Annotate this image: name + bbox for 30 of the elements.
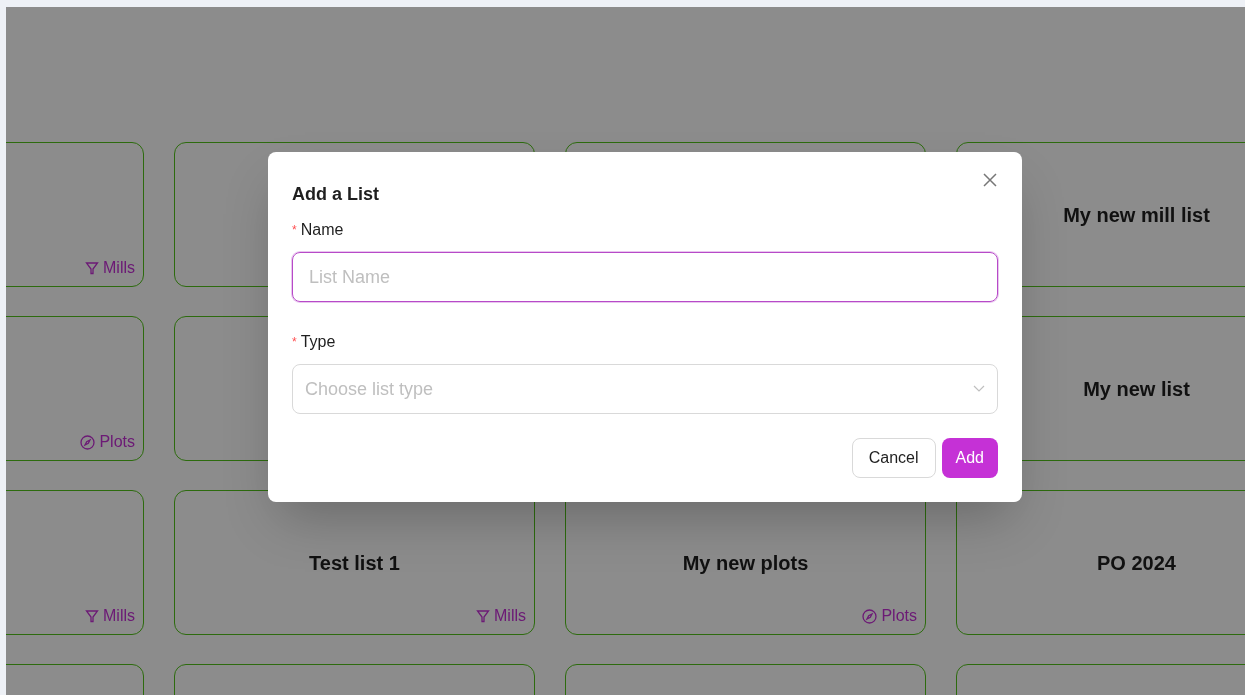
field-label: Type <box>300 332 336 352</box>
list-title: PO 2024 <box>1097 550 1176 576</box>
list-title: My new mill list <box>1063 202 1210 228</box>
list-card[interactable]: Mills <box>6 142 144 287</box>
required-mark: * <box>292 222 297 238</box>
list-card[interactable]: Test list 1 Mills <box>174 490 535 635</box>
list-title: Test list 1 <box>309 550 400 576</box>
field-label: Name <box>300 220 344 240</box>
compass-icon <box>80 434 96 450</box>
close-icon <box>982 172 998 188</box>
list-type-label: Plots <box>881 606 917 626</box>
compass-icon <box>862 608 878 624</box>
funnel-icon <box>85 261 99 275</box>
list-title: My new list <box>1083 376 1190 402</box>
required-mark: * <box>292 334 297 350</box>
list-type-label: Mills <box>103 606 135 626</box>
list-title: My new plots <box>682 550 809 576</box>
funnel-icon <box>476 609 490 623</box>
list-type-label: Plots <box>99 432 135 452</box>
dialog-title: Add a List <box>292 183 379 206</box>
list-type-label: Mills <box>494 606 526 626</box>
list-card[interactable]: Mills <box>6 490 144 635</box>
list-card[interactable]: PO 2024 <box>956 490 1245 635</box>
cancel-button[interactable]: Cancel <box>851 438 936 478</box>
chevron-down-icon <box>973 385 985 393</box>
name-input-field[interactable]: List Name <box>292 252 998 302</box>
list-type-label: Mills <box>103 258 135 278</box>
add-button[interactable]: Add <box>941 438 998 478</box>
list-card[interactable]: Plots <box>6 316 144 461</box>
funnel-icon <box>85 609 99 623</box>
